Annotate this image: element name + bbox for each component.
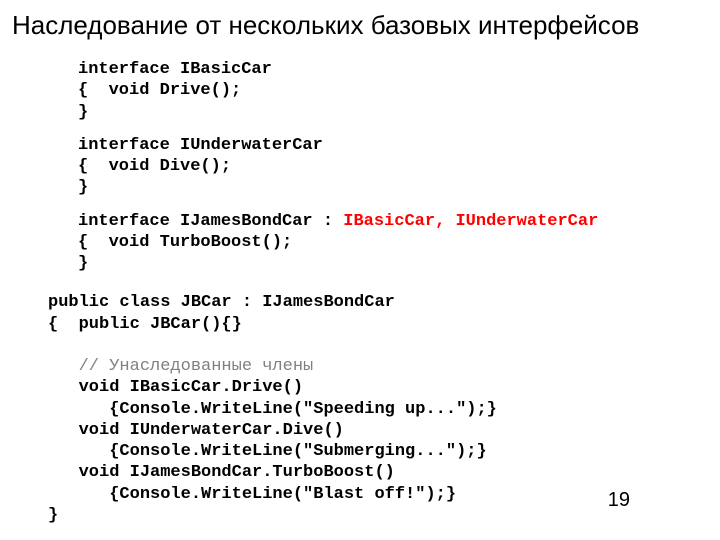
code-line: } [78, 178, 88, 197]
code-line: interface IUnderwaterCar [78, 136, 323, 155]
code-comment: // Унаследованные члены [48, 357, 313, 376]
code-line: } [78, 254, 88, 273]
code-line: void IJamesBondCar.TurboBoost() [48, 463, 395, 482]
slide-title: Наследование от нескольких базовых интер… [0, 0, 720, 41]
code-line: interface IBasicCar [78, 60, 272, 79]
code-line: interface IJamesBondCar : [78, 212, 343, 231]
code-line: { void Drive(); [78, 81, 241, 100]
code-line: {Console.WriteLine("Submerging...");} [48, 442, 487, 461]
code-interface-ibasiccar: interface IBasicCar { void Drive(); } [78, 59, 720, 123]
code-line: } [48, 506, 58, 525]
code-line: { void TurboBoost(); [78, 233, 292, 252]
code-interface-iunderwatercar: interface IUnderwaterCar { void Dive(); … [78, 135, 720, 199]
code-line: } [78, 103, 88, 122]
page-number: 19 [608, 489, 630, 512]
code-line: void IUnderwaterCar.Dive() [48, 421, 344, 440]
code-interface-ijamesbondcar: interface IJamesBondCar : IBasicCar, IUn… [78, 211, 720, 275]
code-line: void IBasicCar.Drive() [48, 378, 303, 397]
code-line: {Console.WriteLine("Speeding up...");} [48, 400, 497, 419]
code-line: {Console.WriteLine("Blast off!");} [48, 485, 456, 504]
code-line: public class JBCar : IJamesBondCar [48, 293, 395, 312]
code-inheritance-list: IBasicCar, IUnderwaterCar [343, 212, 598, 231]
code-line: { void Dive(); [78, 157, 231, 176]
code-line: { public JBCar(){} [48, 315, 242, 334]
